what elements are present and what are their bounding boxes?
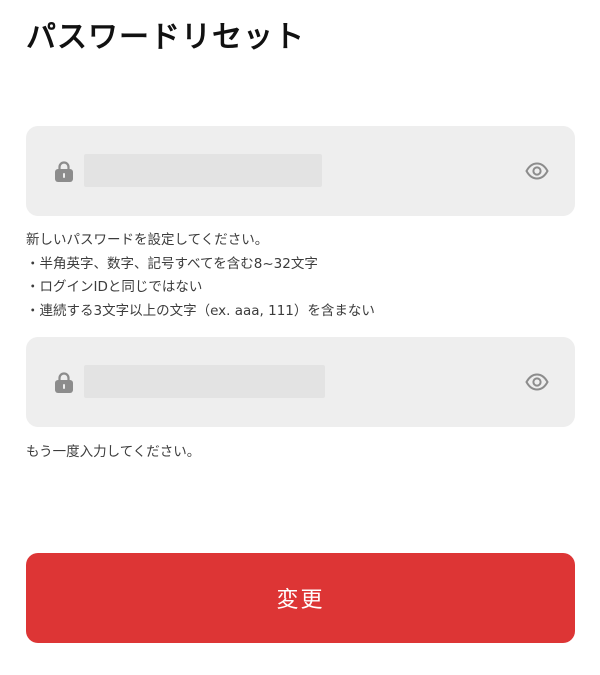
confirm-password-field[interactable] — [26, 337, 575, 427]
password-hint-line: 新しいパスワードを設定してください。 — [26, 232, 269, 248]
confirm-password-input[interactable] — [84, 365, 325, 398]
eye-icon[interactable] — [525, 370, 549, 394]
change-button[interactable]: 変更 — [26, 553, 575, 643]
password-requirements: 新しいパスワードを設定してください。 ・半角英字、数字、記号すべてを含む8~32… — [26, 229, 375, 323]
new-password-input[interactable] — [84, 154, 322, 187]
password-hint-line: ・半角英字、数字、記号すべてを含む8~32文字 — [26, 255, 318, 272]
lock-icon — [55, 372, 73, 393]
new-password-field[interactable] — [26, 126, 575, 216]
password-hint-line: ・ログインIDと同じではない — [26, 279, 203, 295]
password-hint-line: ・連続する3文字以上の文字（ex. aaa, 111）を含まない — [26, 302, 375, 319]
lock-icon — [55, 161, 73, 182]
page-title: パスワードリセット — [26, 20, 305, 55]
confirm-password-hint: もう一度入力してください。 — [26, 444, 201, 460]
eye-icon[interactable] — [525, 159, 549, 183]
